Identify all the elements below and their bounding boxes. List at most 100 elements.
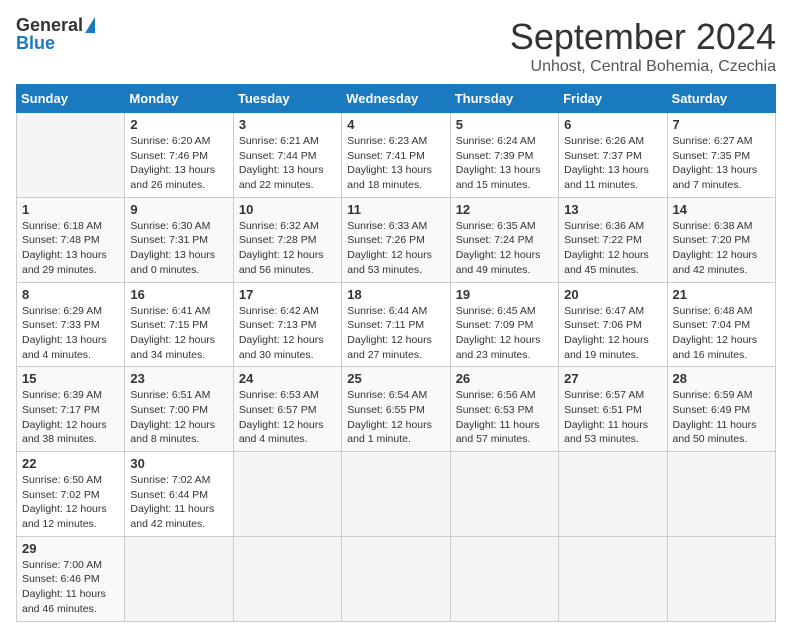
day-info: Sunrise: 6:35 AM Sunset: 7:24 PM Dayligh… — [456, 219, 553, 278]
day-info: Sunrise: 6:44 AM Sunset: 7:11 PM Dayligh… — [347, 304, 444, 363]
calendar-cell — [342, 536, 450, 621]
day-number: 24 — [239, 371, 336, 386]
day-number: 29 — [22, 541, 119, 556]
calendar-cell: 22 Sunrise: 6:50 AM Sunset: 7:02 PM Dayli… — [17, 452, 125, 537]
day-number: 20 — [564, 287, 661, 302]
day-info: Sunrise: 6:56 AM Sunset: 6:53 PM Dayligh… — [456, 388, 553, 447]
calendar-cell: 13 Sunrise: 6:36 AM Sunset: 7:22 PM Dayli… — [559, 197, 667, 282]
header-day-friday: Friday — [559, 85, 667, 113]
calendar-cell — [450, 536, 558, 621]
calendar-cell — [342, 452, 450, 537]
calendar-cell: 19Sunrise: 6:45 AM Sunset: 7:09 PM Dayli… — [450, 282, 558, 367]
day-info: Sunrise: 6:20 AM Sunset: 7:46 PM Dayligh… — [130, 134, 227, 193]
day-number: 4 — [347, 117, 444, 132]
header-day-monday: Monday — [125, 85, 233, 113]
calendar-cell: 23Sunrise: 6:51 AM Sunset: 7:00 PM Dayli… — [125, 367, 233, 452]
calendar-cell: 14 Sunrise: 6:38 AM Sunset: 7:20 PM Dayli… — [667, 197, 775, 282]
calendar-cell — [559, 452, 667, 537]
day-number: 6 — [564, 117, 661, 132]
day-info: Sunrise: 6:59 AM Sunset: 6:49 PM Dayligh… — [673, 388, 770, 447]
day-info: Sunrise: 6:32 AM Sunset: 7:28 PM Dayligh… — [239, 219, 336, 278]
day-info: Sunrise: 6:42 AM Sunset: 7:13 PM Dayligh… — [239, 304, 336, 363]
day-number: 17 — [239, 287, 336, 302]
calendar-cell: 4 Sunrise: 6:23 AM Sunset: 7:41 PM Daylig… — [342, 113, 450, 198]
calendar-week-0: 2Sunrise: 6:20 AM Sunset: 7:46 PM Daylig… — [17, 113, 776, 198]
day-number: 18 — [347, 287, 444, 302]
day-number: 12 — [456, 202, 553, 217]
calendar-cell — [233, 452, 341, 537]
month-title: September 2024 — [510, 16, 776, 58]
day-info: Sunrise: 6:53 AM Sunset: 6:57 PM Dayligh… — [239, 388, 336, 447]
calendar-week-1: 1Sunrise: 6:18 AM Sunset: 7:48 PM Daylig… — [17, 197, 776, 282]
day-number: 1 — [22, 202, 119, 217]
calendar-week-2: 8Sunrise: 6:29 AM Sunset: 7:33 PM Daylig… — [17, 282, 776, 367]
day-number: 15 — [22, 371, 119, 386]
page-header: General Blue September 2024 Unhost, Cent… — [16, 16, 776, 76]
day-info: Sunrise: 7:02 AM Sunset: 6:44 PM Dayligh… — [130, 473, 227, 532]
day-number: 22 — [22, 456, 119, 471]
day-number: 8 — [22, 287, 119, 302]
calendar-cell: 2Sunrise: 6:20 AM Sunset: 7:46 PM Daylig… — [125, 113, 233, 198]
day-number: 14 — [673, 202, 770, 217]
header-row: SundayMondayTuesdayWednesdayThursdayFrid… — [17, 85, 776, 113]
day-info: Sunrise: 6:48 AM Sunset: 7:04 PM Dayligh… — [673, 304, 770, 363]
calendar-cell: 12 Sunrise: 6:35 AM Sunset: 7:24 PM Dayli… — [450, 197, 558, 282]
day-info: Sunrise: 6:27 AM Sunset: 7:35 PM Dayligh… — [673, 134, 770, 193]
calendar-cell: 1Sunrise: 6:18 AM Sunset: 7:48 PM Daylig… — [17, 197, 125, 282]
location-title: Unhost, Central Bohemia, Czechia — [510, 58, 776, 76]
header-day-wednesday: Wednesday — [342, 85, 450, 113]
logo-triangle-icon — [85, 17, 95, 33]
calendar-cell: 20 Sunrise: 6:47 AM Sunset: 7:06 PM Dayli… — [559, 282, 667, 367]
calendar-cell — [233, 536, 341, 621]
day-info: Sunrise: 6:47 AM Sunset: 7:06 PM Dayligh… — [564, 304, 661, 363]
calendar-cell: 16Sunrise: 6:41 AM Sunset: 7:15 PM Dayli… — [125, 282, 233, 367]
day-info: Sunrise: 6:30 AM Sunset: 7:31 PM Dayligh… — [130, 219, 227, 278]
header-day-sunday: Sunday — [17, 85, 125, 113]
day-number: 10 — [239, 202, 336, 217]
day-info: Sunrise: 6:45 AM Sunset: 7:09 PM Dayligh… — [456, 304, 553, 363]
calendar-cell: 24 Sunrise: 6:53 AM Sunset: 6:57 PM Dayli… — [233, 367, 341, 452]
calendar-cell: 28Sunrise: 6:59 AM Sunset: 6:49 PM Dayli… — [667, 367, 775, 452]
title-section: September 2024 Unhost, Central Bohemia, … — [510, 16, 776, 76]
day-info: Sunrise: 6:36 AM Sunset: 7:22 PM Dayligh… — [564, 219, 661, 278]
day-info: Sunrise: 6:41 AM Sunset: 7:15 PM Dayligh… — [130, 304, 227, 363]
logo-blue-text: Blue — [16, 34, 55, 52]
calendar-cell — [559, 536, 667, 621]
day-info: Sunrise: 6:50 AM Sunset: 7:02 PM Dayligh… — [22, 473, 119, 532]
calendar-cell — [667, 536, 775, 621]
calendar-cell: 3Sunrise: 6:21 AM Sunset: 7:44 PM Daylig… — [233, 113, 341, 198]
calendar-cell — [17, 113, 125, 198]
day-number: 11 — [347, 202, 444, 217]
day-info: Sunrise: 6:39 AM Sunset: 7:17 PM Dayligh… — [22, 388, 119, 447]
day-number: 7 — [673, 117, 770, 132]
calendar-cell: 11Sunrise: 6:33 AM Sunset: 7:26 PM Dayli… — [342, 197, 450, 282]
day-number: 13 — [564, 202, 661, 217]
day-info: Sunrise: 6:38 AM Sunset: 7:20 PM Dayligh… — [673, 219, 770, 278]
calendar-cell: 21 Sunrise: 6:48 AM Sunset: 7:04 PM Dayli… — [667, 282, 775, 367]
day-number: 27 — [564, 371, 661, 386]
header-day-tuesday: Tuesday — [233, 85, 341, 113]
day-info: Sunrise: 7:00 AM Sunset: 6:46 PM Dayligh… — [22, 558, 119, 617]
calendar-week-5: 29 Sunrise: 7:00 AM Sunset: 6:46 PM Dayli… — [17, 536, 776, 621]
calendar-cell: 5Sunrise: 6:24 AM Sunset: 7:39 PM Daylig… — [450, 113, 558, 198]
calendar-cell: 18 Sunrise: 6:44 AM Sunset: 7:11 PM Dayli… — [342, 282, 450, 367]
day-number: 25 — [347, 371, 444, 386]
calendar-cell: 30 Sunrise: 7:02 AM Sunset: 6:44 PM Dayli… — [125, 452, 233, 537]
calendar-cell: 9Sunrise: 6:30 AM Sunset: 7:31 PM Daylig… — [125, 197, 233, 282]
day-info: Sunrise: 6:23 AM Sunset: 7:41 PM Dayligh… — [347, 134, 444, 193]
calendar-cell — [125, 536, 233, 621]
calendar-cell: 8Sunrise: 6:29 AM Sunset: 7:33 PM Daylig… — [17, 282, 125, 367]
day-number: 30 — [130, 456, 227, 471]
calendar-cell: 26 Sunrise: 6:56 AM Sunset: 6:53 PM Dayli… — [450, 367, 558, 452]
calendar-week-4: 22 Sunrise: 6:50 AM Sunset: 7:02 PM Dayli… — [17, 452, 776, 537]
header-day-saturday: Saturday — [667, 85, 775, 113]
day-number: 26 — [456, 371, 553, 386]
day-info: Sunrise: 6:26 AM Sunset: 7:37 PM Dayligh… — [564, 134, 661, 193]
calendar-cell: 17 Sunrise: 6:42 AM Sunset: 7:13 PM Dayli… — [233, 282, 341, 367]
logo-general-text: General — [16, 16, 83, 34]
calendar-cell: 27Sunrise: 6:57 AM Sunset: 6:51 PM Dayli… — [559, 367, 667, 452]
calendar-cell — [450, 452, 558, 537]
calendar-week-3: 15 Sunrise: 6:39 AM Sunset: 7:17 PM Dayli… — [17, 367, 776, 452]
day-number: 21 — [673, 287, 770, 302]
calendar-cell: 15 Sunrise: 6:39 AM Sunset: 7:17 PM Dayli… — [17, 367, 125, 452]
